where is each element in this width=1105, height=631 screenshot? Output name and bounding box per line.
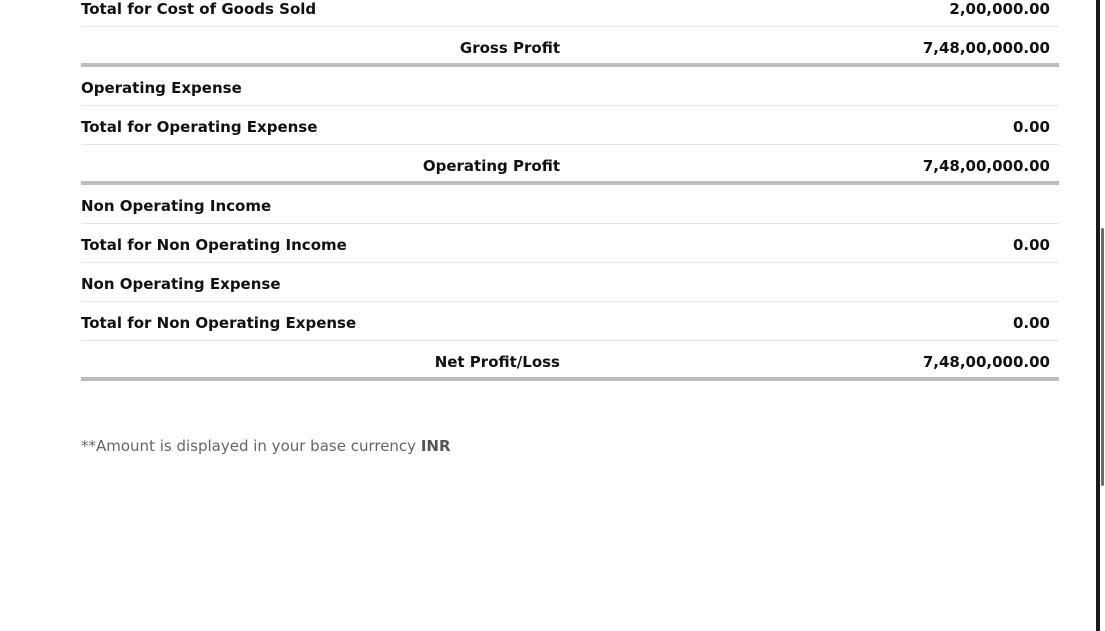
- table-row-total-operating-expense: Total for Operating Expense 0.00: [81, 106, 1059, 145]
- table-row-operating-profit: Operating Profit 7,48,00,000.00: [81, 145, 1059, 185]
- scrollbar-thumb[interactable]: [1101, 228, 1104, 486]
- vertical-scrollbar[interactable]: [1096, 0, 1105, 631]
- profit-loss-report-page: Total for Cost of Goods Sold 2,00,000.00…: [0, 0, 1105, 631]
- operating-profit-label: Operating Profit: [422, 157, 560, 175]
- scrollbar-edge: [1096, 0, 1100, 631]
- table-row-total-non-operating-expense: Total for Non Operating Expense 0.00: [81, 302, 1059, 341]
- section-heading: Non Operating Expense: [81, 275, 281, 293]
- row-amount[interactable]: 2,00,000.00: [949, 0, 1050, 18]
- base-currency-code: INR: [420, 437, 451, 455]
- footnote-text: **Amount is displayed in your base curre…: [81, 437, 421, 455]
- gross-profit-amount: 7,48,00,000.00: [922, 39, 1050, 57]
- section-heading: Non Operating Income: [81, 197, 272, 215]
- row-label: Total for Cost of Goods Sold: [81, 0, 317, 18]
- profit-loss-table: Total for Cost of Goods Sold 2,00,000.00…: [81, 0, 1059, 381]
- table-row-non-operating-income: Non Operating Income: [81, 185, 1059, 224]
- table-row-total-cogs: Total for Cost of Goods Sold 2,00,000.00: [81, 0, 1059, 27]
- row-label: Total for Operating Expense: [81, 118, 318, 136]
- base-currency-footnote: **Amount is displayed in your base curre…: [81, 437, 451, 455]
- row-amount[interactable]: 0.00: [1013, 118, 1050, 136]
- row-label: Total for Non Operating Expense: [81, 314, 357, 332]
- table-row-gross-profit: Gross Profit 7,48,00,000.00: [81, 27, 1059, 67]
- row-amount[interactable]: 0.00: [1013, 314, 1050, 332]
- gross-profit-label: Gross Profit: [459, 39, 560, 57]
- net-profit-loss-label: Net Profit/Loss: [434, 353, 560, 371]
- operating-profit-amount: 7,48,00,000.00: [922, 157, 1050, 175]
- table-row-total-non-operating-income: Total for Non Operating Income 0.00: [81, 224, 1059, 263]
- row-amount[interactable]: 0.00: [1013, 236, 1050, 254]
- net-profit-loss-amount: 7,48,00,000.00: [922, 353, 1050, 371]
- row-label: Total for Non Operating Income: [81, 236, 347, 254]
- table-row-net-profit-loss: Net Profit/Loss 7,48,00,000.00: [81, 341, 1059, 381]
- table-row-non-operating-expense: Non Operating Expense: [81, 263, 1059, 302]
- section-heading: Operating Expense: [81, 79, 242, 97]
- table-row-operating-expense: Operating Expense: [81, 67, 1059, 106]
